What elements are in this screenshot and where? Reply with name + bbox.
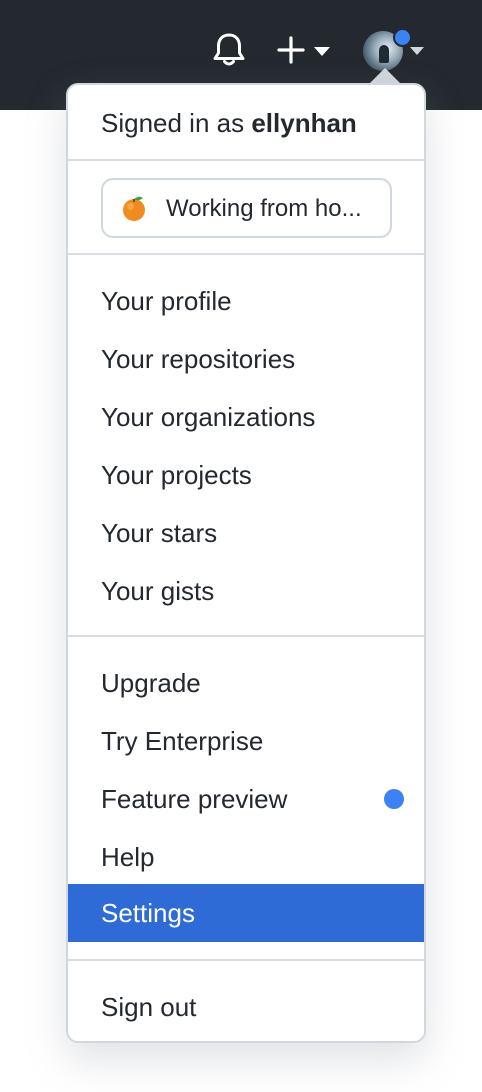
menu-item-your-gists[interactable]: Your gists: [68, 562, 424, 620]
menu-item-your-organizations[interactable]: Your organizations: [68, 388, 424, 446]
caret-down-icon: [410, 47, 424, 55]
menu-item-help[interactable]: Help: [68, 828, 424, 886]
avatar-status-badge: [393, 28, 412, 47]
menu-divider: [68, 253, 424, 255]
create-new-button[interactable]: [276, 32, 334, 68]
menu-divider: [68, 159, 424, 161]
menu-item-upgrade[interactable]: Upgrade: [68, 654, 424, 712]
plus-icon: [277, 36, 305, 64]
menu-divider: [68, 635, 424, 637]
signed-in-prefix: Signed in as: [101, 108, 252, 138]
status-text: Working from ho...: [166, 195, 362, 222]
caret-down-icon: [314, 47, 330, 56]
menu-item-try-enterprise[interactable]: Try Enterprise: [68, 712, 424, 770]
menu-item-your-projects[interactable]: Your projects: [68, 446, 424, 504]
set-status-button[interactable]: Working from ho...: [101, 178, 392, 238]
tangerine-emoji-icon: [123, 196, 145, 221]
sign-out-button[interactable]: Sign out: [68, 978, 424, 1036]
new-feature-dot-icon: [384, 789, 404, 809]
menu-item-your-repositories[interactable]: Your repositories: [68, 330, 424, 388]
menu-item-settings[interactable]: Settings: [68, 884, 424, 942]
notifications-button[interactable]: [212, 32, 246, 68]
menu-item-feature-preview[interactable]: Feature preview: [68, 770, 424, 828]
username: ellynhan: [251, 108, 357, 138]
menu-item-your-stars[interactable]: Your stars: [68, 504, 424, 562]
menu-divider: [68, 959, 424, 961]
signed-in-header: Signed in as ellynhan: [68, 85, 424, 159]
menu-item-label: Feature preview: [101, 784, 288, 814]
bell-icon: [213, 33, 245, 66]
menu-item-your-profile[interactable]: Your profile: [68, 272, 424, 330]
user-dropdown-menu: Signed in as ellynhan Working from ho...…: [66, 83, 426, 1043]
